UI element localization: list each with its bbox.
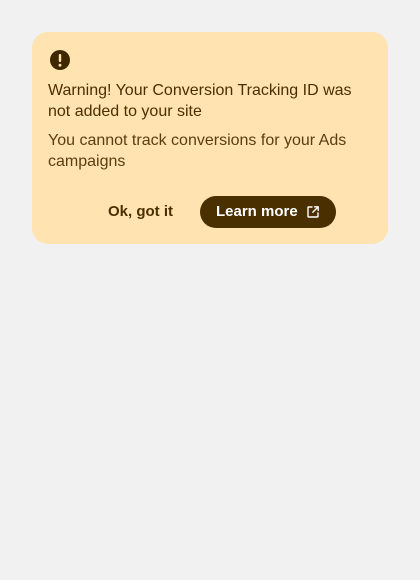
learn-more-button-label: Learn more: [216, 203, 298, 220]
banner-message: You cannot track conversions for your Ad…: [48, 132, 347, 170]
dismiss-button-label: Ok, got it: [108, 203, 173, 220]
error-circle-icon: [50, 50, 70, 70]
warning-banner: Warning! Your Conversion Tracking ID was…: [32, 32, 388, 244]
banner-actions: Ok, got it Learn more: [32, 196, 388, 228]
banner-title: Warning! Your Conversion Tracking ID was…: [48, 82, 352, 120]
external-link-icon: [307, 206, 319, 218]
dismiss-button[interactable]: Ok, got it: [92, 196, 189, 228]
learn-more-button[interactable]: Learn more: [200, 196, 336, 228]
